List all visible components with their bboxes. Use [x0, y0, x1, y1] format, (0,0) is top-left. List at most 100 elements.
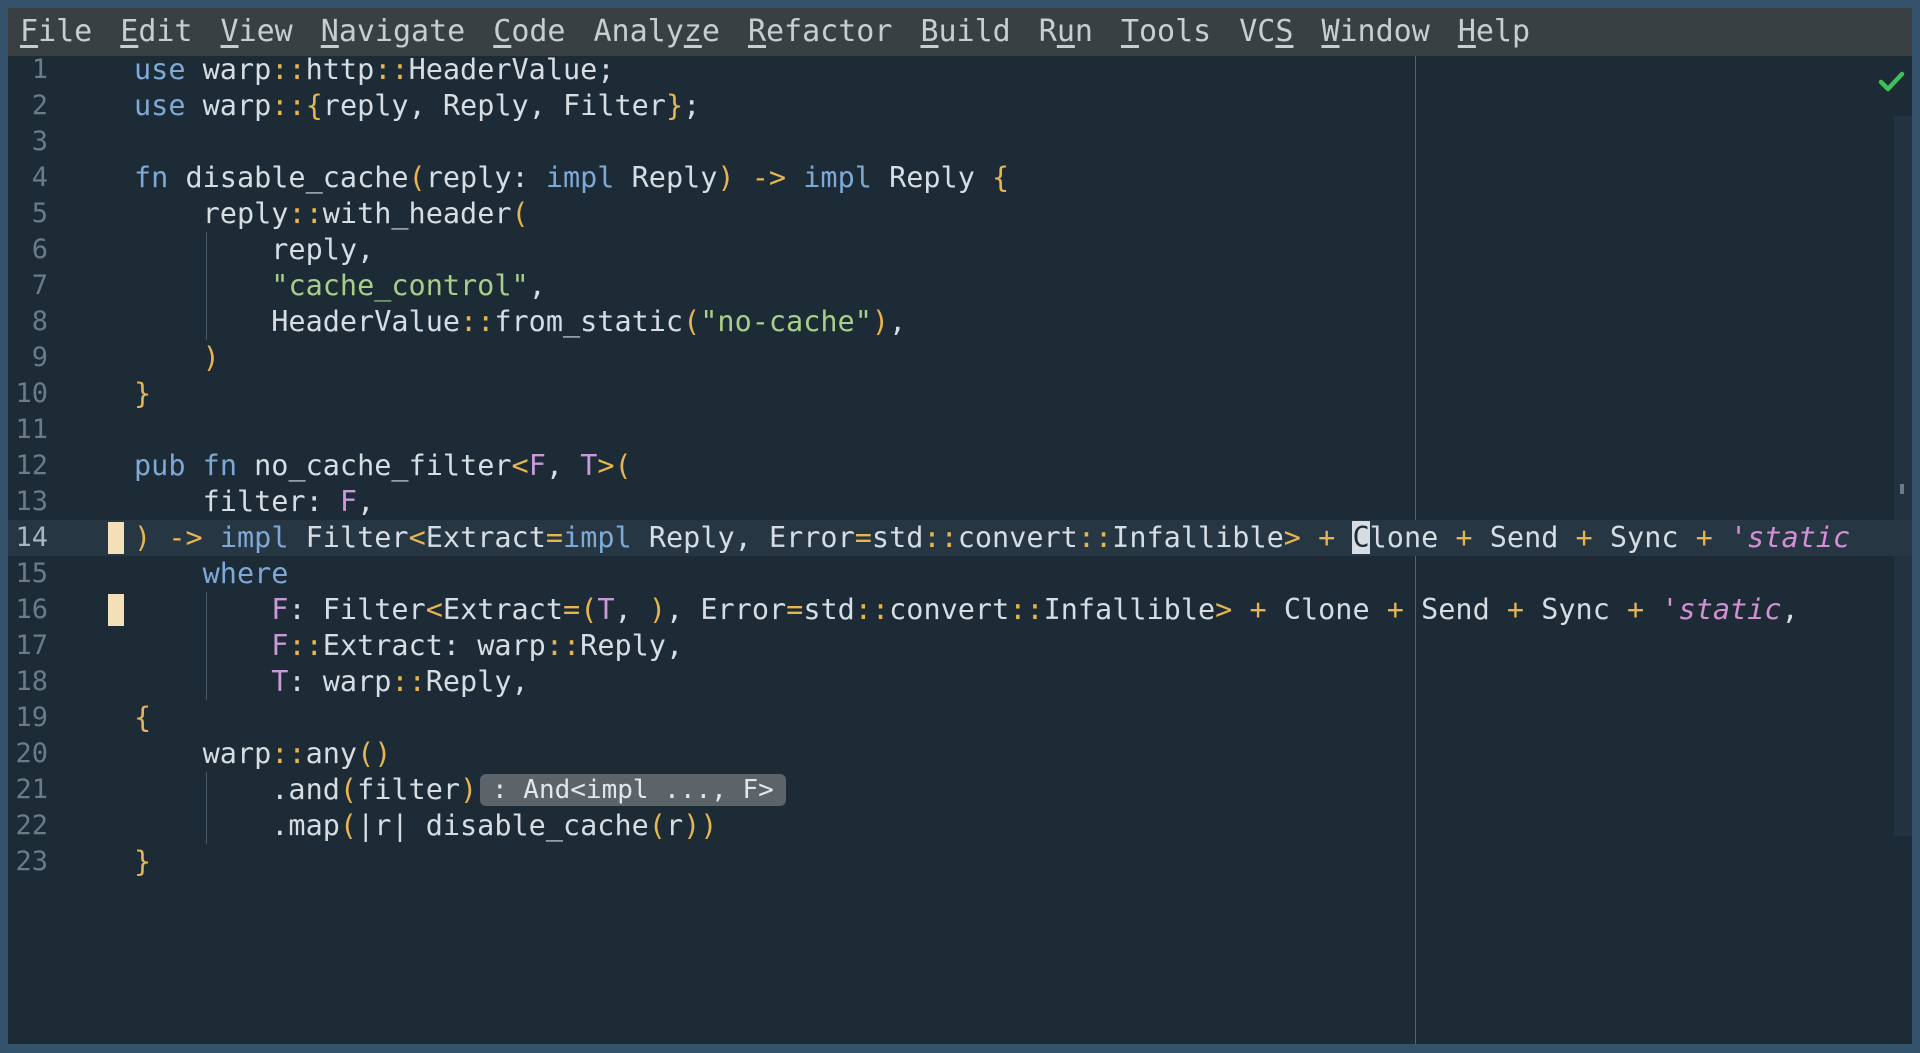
code-text: .map(|r| disable_cache(r)): [134, 808, 717, 844]
code-token: F: [271, 629, 289, 662]
code-token: Reply,: [580, 629, 684, 662]
line-number[interactable]: 19: [8, 700, 48, 736]
line-number[interactable]: 14: [8, 520, 48, 556]
indent-guide: [206, 232, 207, 340]
code-line[interactable]: 10}: [8, 376, 1912, 412]
code-token: ,: [614, 593, 649, 626]
menu-View[interactable]: View: [209, 8, 305, 56]
line-number[interactable]: 9: [8, 340, 48, 376]
code-text: where: [134, 556, 289, 592]
code-line[interactable]: 16 F: Filter<Extract=(T, ), Error=std::c…: [8, 592, 1912, 628]
menu-Help[interactable]: Help: [1446, 8, 1542, 56]
code-line[interactable]: 7 "cache_control",: [8, 268, 1912, 304]
menu-Edit[interactable]: Edit: [108, 8, 204, 56]
code-token: ,: [545, 449, 581, 482]
line-number[interactable]: 11: [8, 412, 48, 448]
line-number[interactable]: 7: [8, 268, 48, 304]
line-number[interactable]: 20: [8, 736, 48, 772]
menu-Build[interactable]: Build: [908, 8, 1022, 56]
code-token: r: [665, 809, 684, 842]
menu-File[interactable]: File: [8, 8, 104, 56]
code-line[interactable]: 9 ): [8, 340, 1912, 376]
code-line[interactable]: 1 use warp::http::HeaderValue;: [8, 52, 1912, 88]
code-line[interactable]: 2 use warp::{reply, Reply, Filter};: [8, 88, 1912, 124]
line-number[interactable]: 8: [8, 304, 48, 340]
code-token: convert: [957, 521, 1078, 554]
code-token: Extract: [442, 593, 564, 626]
line-number[interactable]: 15: [8, 556, 48, 592]
code-line[interactable]: 17 F::Extract: warp::Reply,: [8, 628, 1912, 664]
code-line[interactable]: 18 T: warp::Reply,: [8, 664, 1912, 700]
code-token: +: [1455, 521, 1473, 554]
code-token: ::: [545, 629, 581, 662]
line-number[interactable]: 10: [8, 376, 48, 412]
code-token: reply, Reply, Filter: [322, 89, 666, 122]
code-line[interactable]: 3: [8, 124, 1912, 160]
code-token: ::: [374, 53, 409, 86]
line-number[interactable]: 3: [8, 124, 48, 160]
code-token: filter:: [134, 485, 340, 518]
menu-Analyze[interactable]: Analyze: [582, 8, 732, 56]
code-token: {: [305, 89, 323, 122]
line-number[interactable]: 22: [8, 808, 48, 844]
change-marker[interactable]: [108, 522, 124, 554]
line-number[interactable]: 2: [8, 88, 48, 124]
code-line[interactable]: 22 .map(|r| disable_cache(r)): [8, 808, 1912, 844]
line-number[interactable]: 23: [8, 844, 48, 880]
code-token: Extract: warp: [322, 629, 546, 662]
code-line[interactable]: 15 where: [8, 556, 1912, 592]
code-token: ::: [271, 89, 306, 122]
code-line[interactable]: 13 filter: F,: [8, 484, 1912, 520]
code-token: (: [511, 197, 529, 230]
code-text: reply::with_header(: [134, 196, 529, 232]
code-token: impl: [563, 521, 632, 554]
line-number[interactable]: 13: [8, 484, 48, 520]
line-number[interactable]: 1: [8, 52, 48, 88]
menu-VCS[interactable]: VCS: [1227, 8, 1305, 56]
line-number[interactable]: 21: [8, 772, 48, 808]
code-token: ::: [1077, 521, 1113, 554]
menu-Tools[interactable]: Tools: [1109, 8, 1223, 56]
menu-mnemonic: E: [120, 14, 139, 49]
menu-Window[interactable]: Window: [1309, 8, 1441, 56]
menu-Navigate[interactable]: Navigate: [309, 8, 478, 56]
code-text: HeaderValue::from_static("no-cache"),: [134, 304, 906, 340]
code-token: reply:: [425, 161, 546, 194]
line-number[interactable]: 16: [8, 592, 48, 628]
code-line[interactable]: 4 fn disable_cache(reply: impl Reply) -> …: [8, 160, 1912, 196]
line-number[interactable]: 4: [8, 160, 48, 196]
line-number[interactable]: 5: [8, 196, 48, 232]
code-token: ::: [391, 665, 426, 698]
menu-Refactor[interactable]: Refactor: [736, 8, 905, 56]
code-line[interactable]: 12 pub fn no_cache_filter<F, T>(: [8, 448, 1912, 484]
line-number[interactable]: 18: [8, 664, 48, 700]
code-line[interactable]: 23}: [8, 844, 1912, 880]
line-number[interactable]: 6: [8, 232, 48, 268]
line-number[interactable]: 17: [8, 628, 48, 664]
code-text: warp::any(): [134, 736, 392, 772]
menu-Code[interactable]: Code: [481, 8, 577, 56]
code-editor[interactable]: 1 use warp::http::HeaderValue; 2 use warp::…: [8, 53, 1912, 1044]
code-line[interactable]: 21 .and(filter): [8, 772, 1912, 808]
inlay-type-hint[interactable]: : And<impl ..., F>: [480, 774, 786, 806]
code-token: <: [511, 449, 529, 482]
line-number[interactable]: 12: [8, 448, 48, 484]
menu-label-rest: ode: [511, 14, 566, 49]
code-token: Reply, Error: [631, 521, 855, 554]
code-line[interactable]: 20 warp::any(): [8, 736, 1912, 772]
code-line[interactable]: 6 reply,: [8, 232, 1912, 268]
code-token: reply: [134, 197, 289, 230]
change-marker[interactable]: [108, 594, 124, 626]
code-token: +: [1506, 593, 1525, 626]
code-line[interactable]: 14) -> impl Filter<Extract=impl Reply, E…: [8, 520, 1912, 556]
menu-mnemonic: S: [1275, 14, 1294, 49]
code-line[interactable]: 8 HeaderValue::from_static("no-cache"),: [8, 304, 1912, 340]
menu-label-rest: elp: [1475, 14, 1531, 49]
code-line[interactable]: 11: [8, 412, 1912, 448]
code-token: ;: [683, 89, 701, 122]
menu-Run[interactable]: Run: [1027, 8, 1105, 56]
code-token: (: [580, 593, 598, 626]
code-line[interactable]: 5 reply::with_header(: [8, 196, 1912, 232]
code-line[interactable]: 19 {: [8, 700, 1912, 736]
